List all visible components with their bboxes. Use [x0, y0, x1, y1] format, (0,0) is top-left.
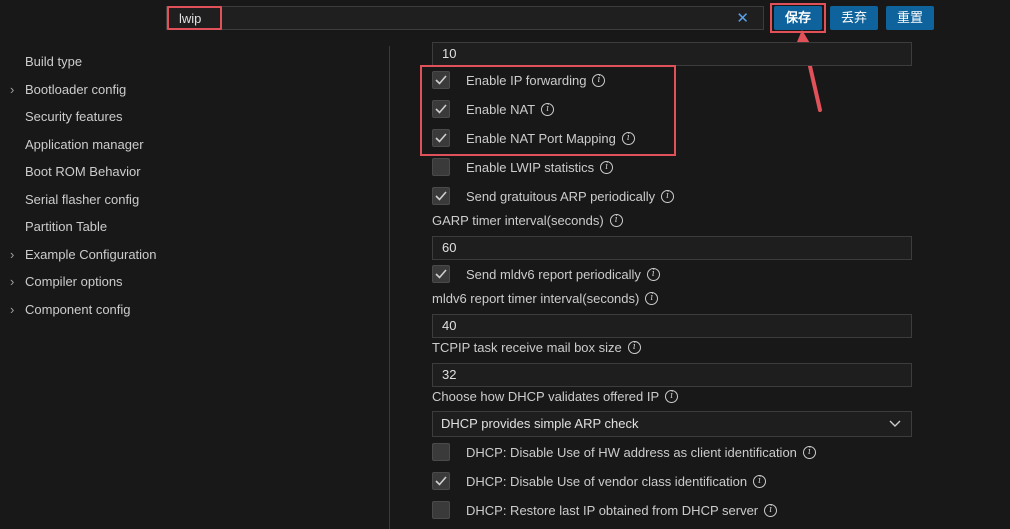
info-icon[interactable]: i: [646, 268, 660, 282]
dhcp-validate-label: Choose how DHCP validates offered IP i: [432, 387, 679, 407]
sidebar-item-label: Component config: [25, 301, 131, 317]
sidebar-item-label: Build type: [25, 54, 83, 69]
search-highlight-box: [167, 6, 222, 30]
dhcp-restore-checkbox[interactable]: [432, 501, 450, 519]
mldv6-interval-field[interactable]: 40: [432, 314, 912, 338]
ip-forwarding-checkbox[interactable]: [432, 71, 450, 89]
reset-button[interactable]: 重置: [886, 6, 934, 30]
sidebar-item-build-type[interactable]: Build type: [0, 48, 200, 76]
chevron-right-icon[interactable]: ›: [10, 296, 14, 323]
garp-checkbox[interactable]: [432, 187, 450, 205]
mldv6-interval-label: mldv6 report timer interval(seconds) i: [432, 289, 659, 309]
info-icon[interactable]: i: [621, 132, 635, 146]
info-icon[interactable]: i: [661, 190, 675, 204]
dhcp-validate-select[interactable]: DHCP provides simple ARP check: [432, 411, 912, 437]
ip-forwarding-label: Enable IP forwarding: [466, 73, 587, 88]
sidebar: Build type › Bootloader config Security f…: [0, 48, 200, 323]
sidebar-item-label: Example Configuration: [25, 246, 157, 262]
discard-button[interactable]: 丢弃: [830, 6, 878, 30]
sidebar-item-example-configuration[interactable]: › Example Configuration: [0, 241, 200, 269]
dhcp-vendor-checkbox[interactable]: [432, 472, 450, 490]
sidebar-item-label: Application manager: [25, 136, 144, 152]
sidebar-item-label: Security features: [25, 109, 123, 124]
nat-label: Enable NAT: [466, 102, 536, 117]
garp-interval-label: GARP timer interval(seconds) i: [432, 211, 623, 231]
sidebar-item-partition-table[interactable]: Partition Table: [0, 213, 200, 241]
garp-interval-field[interactable]: 60: [432, 236, 912, 260]
mldv6-label: Send mldv6 report periodically: [466, 267, 641, 282]
sidebar-item-label: Boot ROM Behavior: [25, 164, 141, 179]
chevron-down-icon: [889, 420, 901, 427]
info-icon[interactable]: i: [645, 292, 659, 306]
info-icon[interactable]: i: [665, 390, 679, 404]
info-icon[interactable]: i: [609, 214, 623, 228]
nat-port-mapping-label: Enable NAT Port Mapping: [466, 131, 616, 146]
chevron-right-icon[interactable]: ›: [10, 76, 14, 103]
info-icon[interactable]: i: [764, 504, 778, 518]
sidebar-item-label: Bootloader config: [25, 81, 127, 97]
info-icon[interactable]: i: [753, 475, 767, 489]
search-input[interactable]: lwip ✕: [166, 6, 764, 30]
dhcp-vendor-label: DHCP: Disable Use of vendor class identi…: [466, 474, 748, 489]
mldv6-interval-label-text: mldv6 report timer interval(seconds): [432, 291, 640, 306]
tcpip-mbox-label-text: TCPIP task receive mail box size: [432, 340, 622, 355]
info-icon[interactable]: i: [600, 161, 614, 175]
dhcp-validate-label-text: Choose how DHCP validates offered IP: [432, 389, 660, 404]
top-bar: lwip ✕ 保存 丢弃 重置: [0, 0, 1010, 40]
sidebar-item-component-config[interactable]: › Component config: [0, 296, 200, 324]
close-icon[interactable]: ✕: [736, 9, 749, 27]
info-icon[interactable]: i: [802, 446, 816, 460]
lwip-stats-label: Enable LWIP statistics: [466, 160, 595, 175]
mldv6-checkbox[interactable]: [432, 265, 450, 283]
sidebar-item-compiler-options[interactable]: › Compiler options: [0, 268, 200, 296]
dhcp-hw-addr-checkbox[interactable]: [432, 443, 450, 461]
sidebar-item-label: Compiler options: [25, 274, 123, 289]
sidebar-item-boot-rom-behavior[interactable]: Boot ROM Behavior: [0, 158, 200, 186]
info-icon[interactable]: i: [592, 74, 606, 88]
chevron-right-icon[interactable]: ›: [10, 241, 14, 268]
chevron-right-icon[interactable]: ›: [10, 268, 14, 295]
nat-checkbox[interactable]: [432, 100, 450, 118]
garp-interval-label-text: GARP timer interval(seconds): [432, 213, 604, 228]
panel-divider: [389, 46, 390, 529]
top-value-field[interactable]: 10: [432, 42, 912, 66]
garp-label: Send gratuitous ARP periodically: [466, 189, 656, 204]
dhcp-restore-label: DHCP: Restore last IP obtained from DHCP…: [466, 503, 759, 518]
sidebar-item-label: Serial flasher config: [25, 191, 140, 207]
tcpip-mbox-label: TCPIP task receive mail box size i: [432, 338, 641, 358]
tcpip-mbox-field[interactable]: 32: [432, 363, 912, 387]
sidebar-item-security-features[interactable]: Security features: [0, 103, 200, 131]
info-icon[interactable]: i: [541, 103, 555, 117]
sidebar-item-serial-flasher-config[interactable]: Serial flasher config: [0, 186, 200, 214]
sidebar-item-label: Partition Table: [25, 219, 108, 234]
dhcp-validate-value: DHCP provides simple ARP check: [441, 416, 639, 431]
dhcp-hw-addr-label: DHCP: Disable Use of HW address as clien…: [466, 445, 797, 460]
sidebar-item-application-manager[interactable]: Application manager: [0, 131, 200, 159]
nat-port-mapping-checkbox[interactable]: [432, 129, 450, 147]
sidebar-item-bootloader-config[interactable]: › Bootloader config: [0, 76, 200, 104]
info-icon[interactable]: i: [627, 341, 641, 355]
lwip-stats-checkbox[interactable]: [432, 158, 450, 176]
